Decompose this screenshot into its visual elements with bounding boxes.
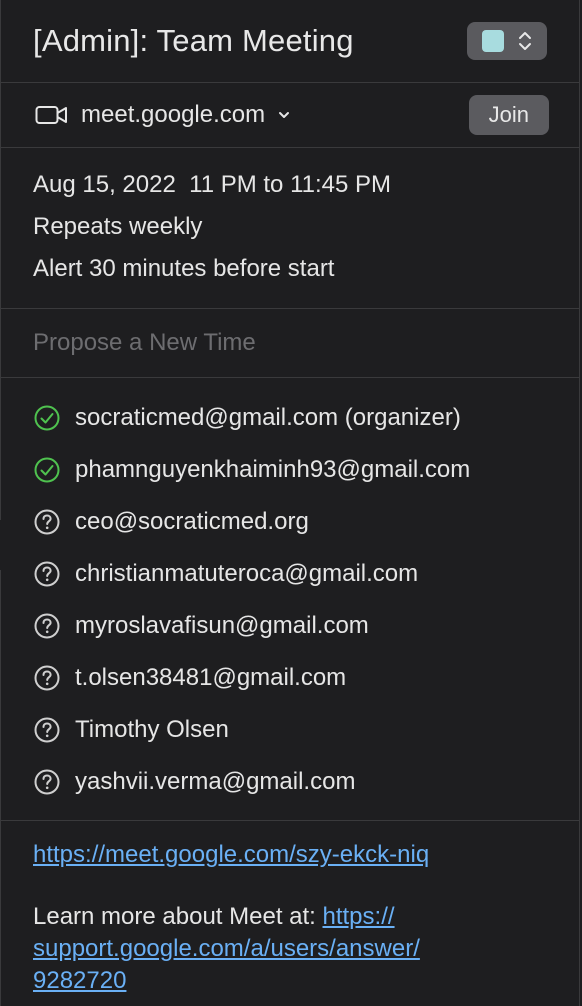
question-mark-icon xyxy=(34,613,60,639)
learn-more-text: Learn more about Meet at: xyxy=(33,903,323,930)
event-alert: Alert 30 minutes before start xyxy=(33,255,335,282)
support-link-part3[interactable]: 9282720 xyxy=(33,967,126,994)
propose-new-time-field[interactable]: Propose a New Time xyxy=(1,309,579,377)
event-header: [Admin]: Team Meeting xyxy=(1,0,579,82)
attendee-name: christianmatuteroca@gmail.com xyxy=(75,560,419,587)
attendee-row[interactable]: socraticmed@gmail.com (organizer) xyxy=(33,392,547,444)
accepted-check-icon xyxy=(34,405,60,431)
attendee-name: ceo@socraticmed.org xyxy=(75,508,309,535)
accepted-check-icon xyxy=(34,457,60,483)
attendee-row[interactable]: t.olsen38481@gmail.com xyxy=(33,652,547,704)
event-repeat: Repeats weekly xyxy=(33,213,203,240)
attendee-name: socraticmed@gmail.com (organizer) xyxy=(75,404,461,431)
support-link-part1[interactable]: https:// xyxy=(323,903,395,930)
question-mark-icon xyxy=(34,561,60,587)
attendee-name: yashvii.verma@gmail.com xyxy=(75,768,356,795)
chevron-down-icon xyxy=(279,112,290,118)
location-row: meet.google.com Join xyxy=(1,83,579,147)
chevron-up-down-icon xyxy=(519,32,531,50)
event-title[interactable]: [Admin]: Team Meeting xyxy=(33,23,354,59)
attendee-row[interactable]: ceo@socraticmed.org xyxy=(33,496,547,548)
event-popover: [Admin]: Team Meeting meet.google.com Jo… xyxy=(0,0,580,1006)
attendee-name: t.olsen38481@gmail.com xyxy=(75,664,347,691)
event-notes: https://meet.google.com/szy-ekck-niq Lea… xyxy=(1,821,579,997)
popover-edge-notch xyxy=(0,520,4,570)
meet-link[interactable]: https://meet.google.com/szy-ekck-niq xyxy=(33,841,429,868)
event-details[interactable]: Aug 15, 2022 11 PM to 11:45 PM Repeats w… xyxy=(1,148,579,308)
attendee-row[interactable]: christianmatuteroca@gmail.com xyxy=(33,548,547,600)
attendee-row[interactable]: phamnguyenkhaiminh93@gmail.com xyxy=(33,444,547,496)
attendee-row[interactable]: myroslavafisun@gmail.com xyxy=(33,600,547,652)
question-mark-icon xyxy=(34,509,60,535)
question-mark-icon xyxy=(34,665,60,691)
attendee-name: Timothy Olsen xyxy=(75,716,229,743)
attendee-row[interactable]: Timothy Olsen xyxy=(33,704,547,756)
video-camera-icon xyxy=(35,106,67,124)
attendee-list: socraticmed@gmail.com (organizer) phamng… xyxy=(1,378,579,820)
support-link-part2[interactable]: support.google.com/a/users/answer/ xyxy=(33,935,420,962)
attendee-row[interactable]: yashvii.verma@gmail.com xyxy=(33,756,547,808)
join-button[interactable]: Join xyxy=(468,95,549,135)
question-mark-icon xyxy=(34,717,60,743)
attendee-name: myroslavafisun@gmail.com xyxy=(75,612,369,639)
event-datetime: Aug 15, 2022 11 PM to 11:45 PM xyxy=(33,171,392,198)
calendar-color-picker[interactable] xyxy=(467,22,547,60)
location-selector[interactable]: meet.google.com xyxy=(35,101,291,129)
calendar-color-swatch xyxy=(482,30,504,52)
attendee-name: phamnguyenkhaiminh93@gmail.com xyxy=(75,456,471,483)
location-service: meet.google.com xyxy=(81,101,266,128)
question-mark-icon xyxy=(34,769,60,795)
